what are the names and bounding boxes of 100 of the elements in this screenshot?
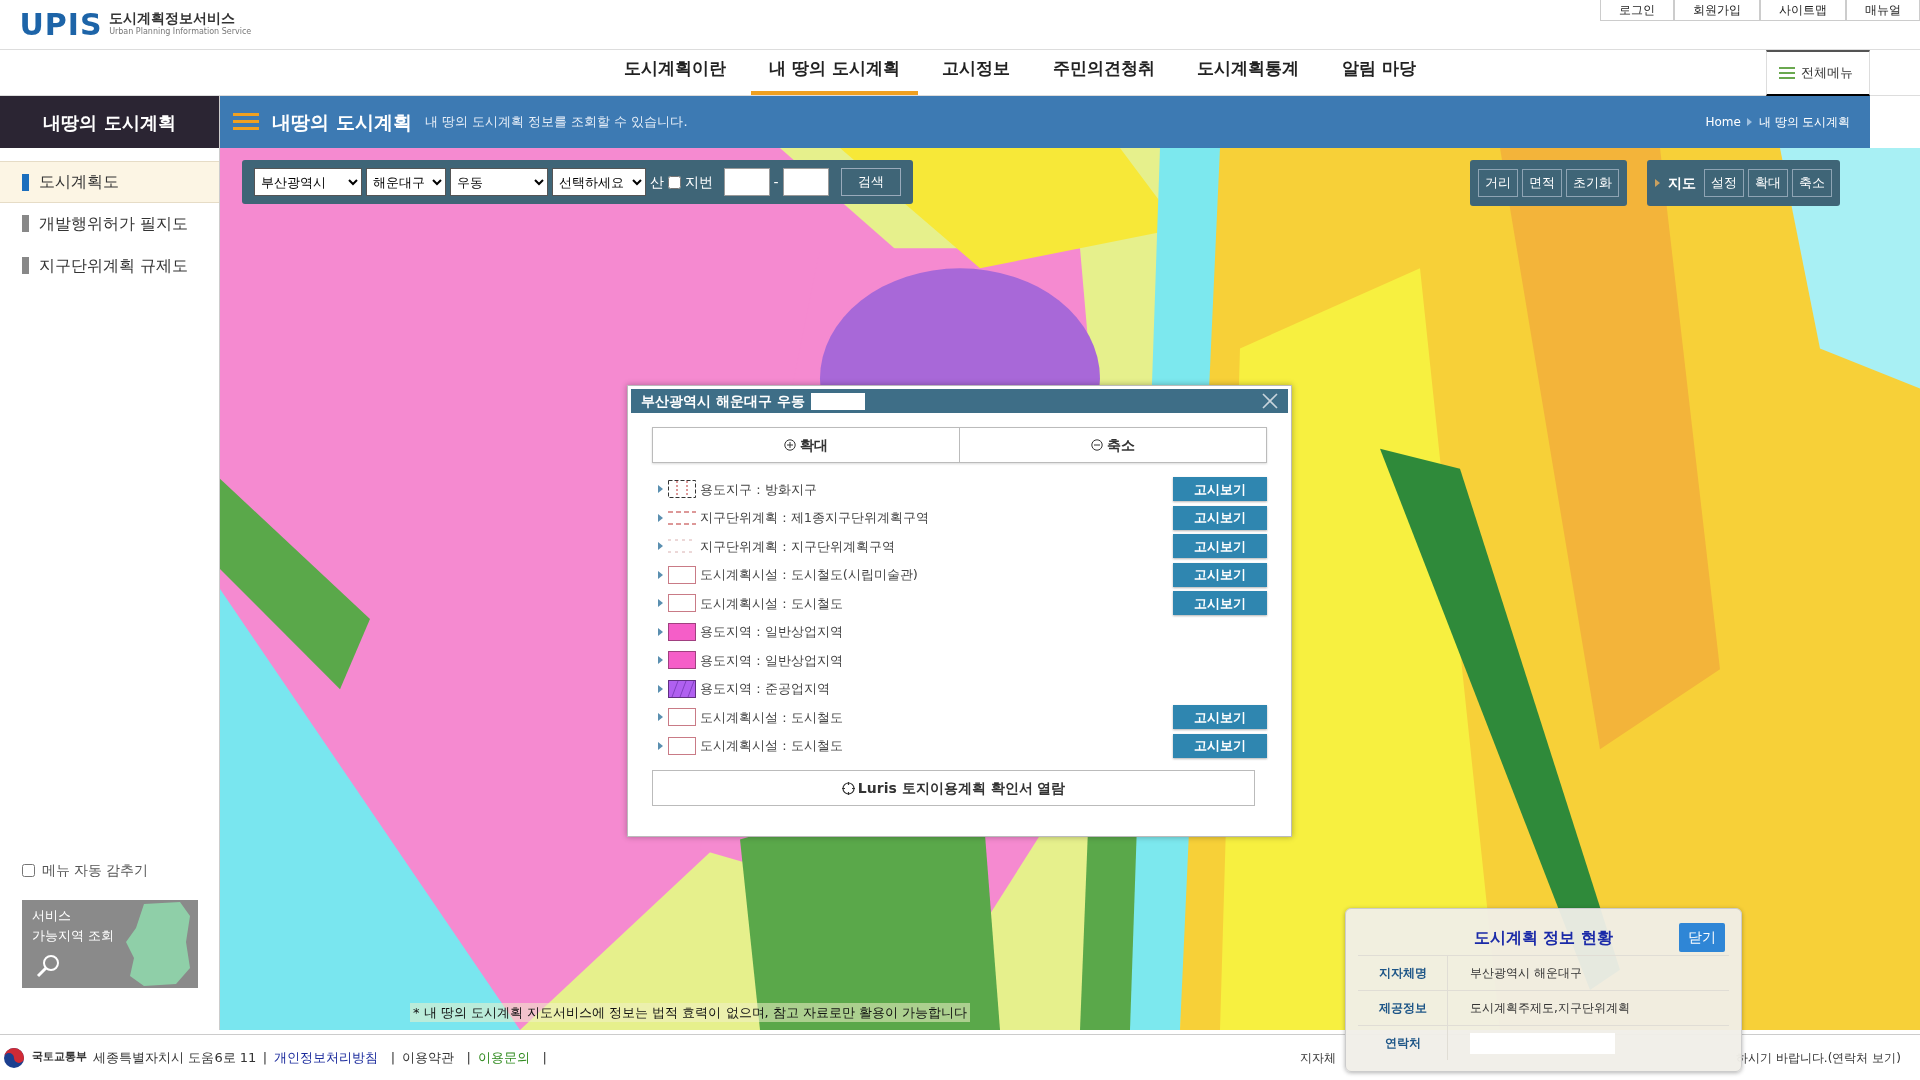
notice-button[interactable]: 고시보기 — [1173, 477, 1267, 502]
legend-swatch — [668, 708, 696, 727]
notice-button[interactable]: 고시보기 — [1173, 591, 1267, 616]
expand-arrow-icon[interactable] — [658, 485, 663, 494]
separator-text: | — [262, 1048, 268, 1067]
zoom-in-button[interactable]: 확대 — [653, 428, 960, 462]
page-title: 내땅의 도시계획 — [272, 109, 412, 135]
expand-arrow-icon[interactable] — [658, 741, 663, 750]
search-button[interactable]: 검색 — [840, 168, 901, 196]
chevron-icon — [1747, 118, 1753, 126]
map-label: 지도 — [1668, 173, 1696, 193]
legend-label: 지구단위계획 : 제1종지구단위계획구역 — [700, 509, 929, 527]
emblem-icon — [3, 1046, 26, 1069]
expand-arrow-icon[interactable] — [658, 599, 663, 608]
dropdown[interactable]: 해운대구 — [366, 168, 446, 196]
legend-label: 지구단위계획 : 지구단위계획구역 — [700, 537, 895, 556]
sidebar-title: 내땅의 도시계획 — [0, 96, 219, 148]
row-label: 제공정보 — [1378, 1000, 1427, 1017]
notice-button[interactable]: 고시보기 — [1173, 505, 1267, 530]
expand-arrow-icon[interactable] — [658, 684, 663, 693]
separator-text: | — [542, 1048, 547, 1067]
dropdown[interactable]: 우동 — [450, 168, 548, 196]
footer-link[interactable]: 이용문의 — [477, 1047, 530, 1068]
legend-label: 도시계획시설 : 도시철도 — [700, 737, 843, 755]
row-label: 연락처 — [1384, 1035, 1421, 1052]
legend-swatch — [668, 594, 696, 613]
nav-tab[interactable]: 도시계획통계 — [1179, 45, 1318, 95]
legend-swatch — [668, 622, 696, 641]
legend-label: 용도지역 : 준공업지역 — [700, 680, 830, 698]
map-disclaimer: * 내 땅의 도시계획 지도서비스에 정보는 법적 효력이 없으며, 참고 자료로만 활용이 가능합니다 — [410, 1002, 971, 1022]
sidebar-item[interactable]: 도시계획도 — [0, 161, 219, 203]
legend-label: 용도지역 : 일반상업지역 — [700, 651, 843, 670]
plus-circle-icon — [784, 439, 797, 451]
map-tool-button[interactable]: 면적 — [1522, 169, 1562, 197]
page-subtitle: 내 땅의 도시계획 정보를 조회할 수 있습니다. — [424, 113, 688, 132]
nav-tab[interactable]: 고시정보 — [924, 45, 1029, 95]
luris-button[interactable]: Luris 토지이용계획 확인서 열람 — [652, 770, 1255, 806]
notice-button[interactable]: 고시보기 — [1173, 733, 1267, 758]
row-value: 도시계획주제도,지구단위계획 — [1470, 1000, 1630, 1017]
legend-swatch — [668, 480, 696, 499]
top-link[interactable]: 회원가입 — [1674, 0, 1760, 21]
footer-link[interactable]: 개인정보처리방침 — [273, 1047, 378, 1068]
nav-tab[interactable]: 도시계획이란 — [606, 45, 745, 95]
legend-label: 도시계획시설 : 도시철도 — [700, 594, 843, 613]
legend-label: 도시계획시설 : 도시철도(시립미술관) — [700, 566, 918, 584]
expand-arrow-icon[interactable] — [658, 627, 663, 636]
map-tool-button[interactable]: 거리 — [1478, 169, 1518, 197]
breadcrumb-link[interactable]: 내 땅의 도시계획 — [1758, 113, 1851, 131]
panel-title: 도시계획 정보 현황 — [1473, 927, 1614, 949]
map-tool-button[interactable]: 초기화 — [1566, 169, 1619, 197]
dropdown[interactable]: 선택하세요 — [552, 168, 646, 196]
breadcrumb-link[interactable]: Home — [1705, 113, 1741, 131]
map-tool-button[interactable]: 축소 — [1792, 169, 1832, 197]
search-icon — [36, 954, 60, 978]
nav-tab[interactable]: 주민의견청취 — [1034, 45, 1173, 95]
separator-text: | — [466, 1048, 471, 1067]
notice-button[interactable]: 고시보기 — [1173, 562, 1267, 587]
address-text: 세종특별자치시 도움6로 11 — [93, 1048, 257, 1067]
caret-icon — [1655, 179, 1660, 187]
expand-arrow-icon[interactable] — [658, 513, 663, 522]
notice-text: 하시기 바랍니다.(연락처 보기) — [1736, 1049, 1901, 1067]
notice-text: 지자체 — [1300, 1049, 1336, 1067]
legend-swatch — [668, 651, 696, 670]
zoom-out-button[interactable]: 축소 — [960, 428, 1266, 462]
korea-map-icon — [124, 902, 192, 986]
dropdown[interactable]: 부산광역시 — [254, 168, 362, 196]
legend-swatch — [668, 679, 696, 698]
footer-link[interactable]: 이용약관 — [401, 1047, 454, 1068]
close-button[interactable]: 닫기 — [1679, 923, 1725, 952]
top-link[interactable]: 사이트맵 — [1760, 0, 1846, 21]
menu-icon — [1779, 67, 1795, 79]
notice-button[interactable]: 고시보기 — [1173, 534, 1267, 559]
map-tool-button[interactable]: 확대 — [1748, 169, 1788, 197]
all-menu-button[interactable]: 전체메뉴 — [1766, 50, 1870, 96]
redaction-block — [811, 392, 866, 410]
mountain-label: 산 — [650, 172, 664, 192]
lot-number-field[interactable] — [723, 168, 770, 196]
site-logo[interactable]: UPIS 도시계획정보서비스 Urban Planning Information Service — [19, 9, 252, 40]
nav-tab[interactable]: 알림 마당 — [1323, 45, 1434, 95]
lot-number-field[interactable] — [782, 168, 829, 196]
map-tool-button[interactable]: 설정 — [1704, 169, 1744, 197]
top-link[interactable]: 로그인 — [1600, 0, 1674, 21]
auto-hide-checkbox[interactable] — [22, 864, 35, 877]
dialog-title: 부산광역시 해운대구 우동 — [641, 391, 805, 411]
top-link[interactable]: 매뉴얼 — [1846, 0, 1920, 21]
expand-arrow-icon[interactable] — [658, 570, 663, 579]
legend-label: 도시계획시설 : 도시철도 — [700, 708, 843, 727]
close-icon[interactable] — [1262, 393, 1278, 409]
separator-text: | — [390, 1048, 396, 1067]
dash-label: - — [773, 172, 779, 192]
sidebar-item[interactable]: 개발행위허가 필지도 — [0, 203, 219, 245]
sidebar-item[interactable]: 지구단위계획 규제도 — [0, 245, 219, 287]
menu-icon[interactable] — [233, 113, 259, 131]
minus-circle-icon — [1091, 439, 1104, 451]
expand-arrow-icon[interactable] — [658, 713, 663, 722]
expand-arrow-icon[interactable] — [658, 542, 663, 551]
row-label: 지자체명 — [1378, 965, 1427, 982]
notice-button[interactable]: 고시보기 — [1173, 705, 1267, 730]
lot-checkbox[interactable] — [668, 175, 681, 189]
expand-arrow-icon[interactable] — [658, 656, 663, 665]
